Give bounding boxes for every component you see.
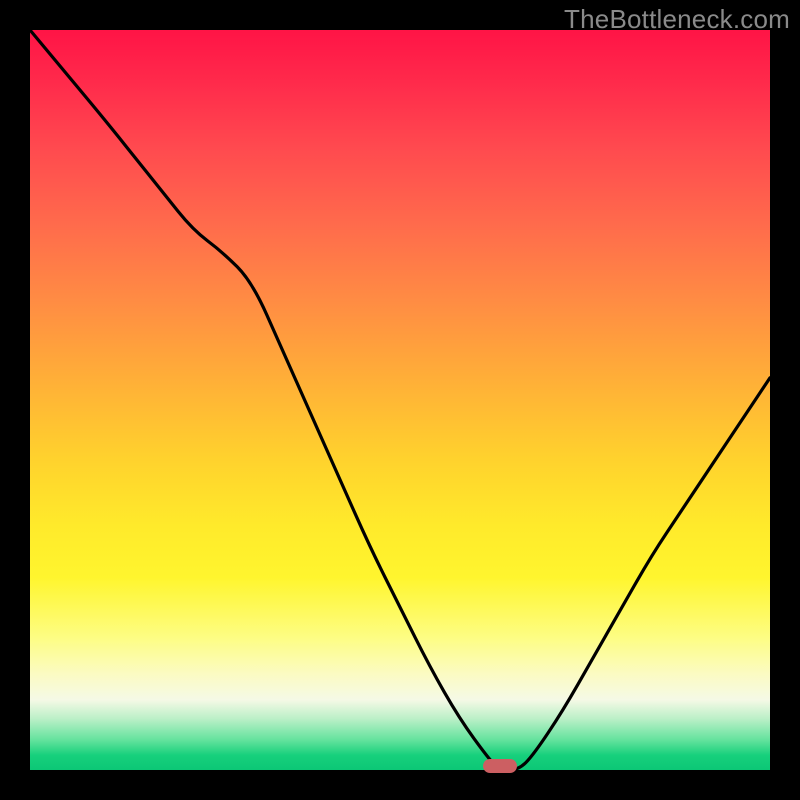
bottleneck-curve xyxy=(30,30,770,770)
plot-area xyxy=(30,30,770,770)
chart-frame: TheBottleneck.com xyxy=(0,0,800,800)
chart-svg xyxy=(30,30,770,770)
optimum-marker xyxy=(483,759,516,773)
watermark-text: TheBottleneck.com xyxy=(564,4,790,35)
